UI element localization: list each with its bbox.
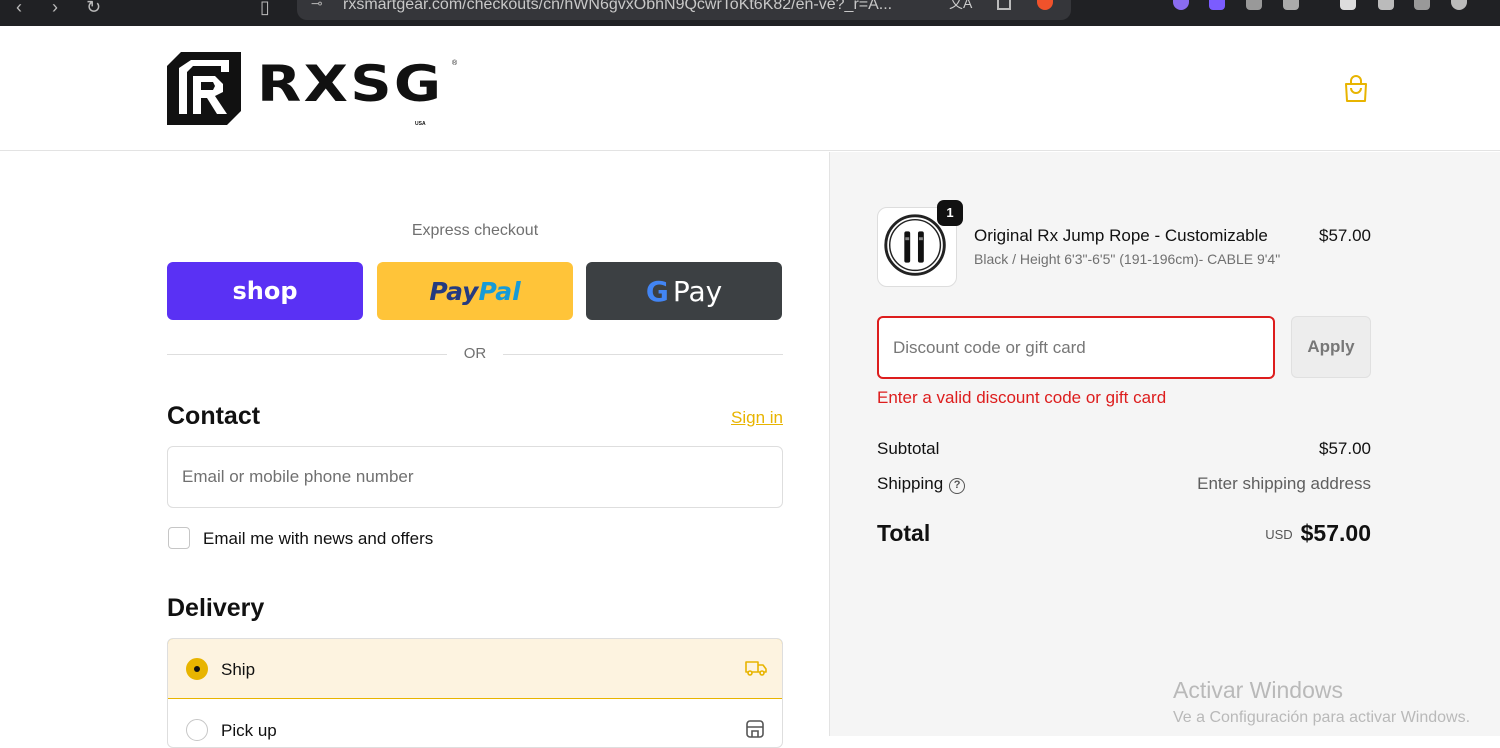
ship-radio[interactable] — [186, 658, 208, 680]
share-icon[interactable] — [997, 0, 1011, 10]
product-variant: Black / Height 6'3"-6'5" (191-196cm)- CA… — [974, 251, 1281, 267]
site-info-icon[interactable]: ⊸ — [311, 0, 323, 10]
logo-usa-label: USA — [415, 121, 426, 127]
puzzle-icon[interactable] — [1246, 0, 1262, 10]
translate-icon[interactable]: 文A — [949, 0, 972, 10]
wallet-icon[interactable] — [1378, 0, 1394, 10]
extension-a-icon[interactable] — [1209, 0, 1225, 10]
paypal-label-pal: Pal — [478, 276, 521, 306]
brave-shield-icon[interactable] — [1037, 0, 1053, 10]
forward-icon[interactable]: › — [52, 0, 58, 22]
registered-mark: ® — [452, 60, 458, 67]
address-text: rxsmartgear.com/checkouts/cn/hWN6gvxObhN… — [343, 0, 893, 13]
google-pay-button[interactable]: G Pay — [586, 262, 782, 320]
email-field[interactable] — [167, 446, 783, 508]
back-icon[interactable]: ‹ — [16, 0, 22, 22]
google-g-icon: G — [645, 274, 669, 308]
sidebar-icon[interactable] — [1340, 0, 1356, 10]
delivery-option-pickup[interactable]: Pick up — [168, 700, 782, 747]
express-checkout-label: Express checkout — [411, 222, 539, 239]
vpn-icon[interactable] — [1451, 0, 1467, 10]
delivery-option-ship[interactable]: Ship — [168, 639, 782, 699]
ship-label: Ship — [221, 660, 256, 679]
delivery-options: Ship Pick up — [167, 638, 783, 748]
order-summary: 1 Original Rx Jump Rope - Customizable B… — [829, 152, 1500, 736]
paypal-label-pay: Pay — [429, 276, 479, 306]
shopping-bag-icon[interactable] — [1343, 75, 1369, 103]
truck-icon — [745, 661, 767, 676]
address-bar[interactable]: ⊸ rxsmartgear.com/checkouts/cn/hWN6gvxOb… — [297, 0, 1071, 20]
product-price: $57.00 — [1319, 226, 1371, 245]
total-currency: USD — [1265, 527, 1293, 542]
divider-left — [167, 354, 447, 355]
store-icon — [746, 720, 764, 738]
shipping-row: Shipping? — [877, 474, 966, 494]
help-icon[interactable]: ? — [949, 478, 966, 494]
bookmark-icon[interactable]: ▯ — [260, 0, 270, 22]
leo-icon[interactable] — [1414, 0, 1430, 10]
windows-watermark-title: Activar Windows — [1173, 677, 1343, 703]
pickup-label: Pick up — [221, 721, 277, 740]
or-divider-label: OR — [463, 345, 487, 362]
newsletter-checkbox[interactable] — [168, 527, 190, 549]
pickup-radio[interactable] — [186, 719, 208, 741]
discount-error-message: Enter a valid discount code or gift card — [877, 388, 1167, 407]
browser-toolbar: ‹ › ↻ ▯ ⊸ rxsmartgear.com/checkouts/cn/h… — [0, 0, 1500, 26]
subtotal-label: Subtotal — [877, 439, 940, 458]
subtotal-value: $57.00 — [1319, 439, 1371, 458]
total-row: USD $57.00 — [1265, 520, 1371, 547]
extension-icon[interactable] — [1173, 0, 1189, 10]
quantity-badge: 1 — [937, 200, 963, 226]
delivery-heading: Delivery — [167, 594, 265, 622]
paypal-button[interactable]: PayPal — [377, 262, 573, 320]
product-title: Original Rx Jump Rope - Customizable — [974, 226, 1268, 245]
apply-discount-button[interactable]: Apply — [1291, 316, 1371, 378]
shipping-value: Enter shipping address — [1197, 474, 1371, 493]
discount-code-field[interactable] — [877, 316, 1275, 379]
contact-heading: Contact — [167, 402, 261, 430]
sign-in-link[interactable]: Sign in — [731, 408, 783, 428]
shop-pay-label: shop — [232, 277, 298, 305]
checkout-header: RXSG USA ® — [0, 26, 1500, 151]
newsletter-label: Email me with news and offers — [203, 529, 434, 548]
divider-right — [503, 354, 783, 355]
google-pay-label: Pay — [672, 274, 723, 308]
shop-pay-button[interactable]: shop — [167, 262, 363, 320]
extension-icon[interactable] — [1283, 0, 1299, 10]
shipping-label: Shipping — [877, 474, 944, 493]
windows-watermark-subtitle: Ve a Configuración para activar Windows. — [1173, 709, 1471, 726]
reload-icon[interactable]: ↻ — [86, 0, 101, 22]
total-value: $57.00 — [1300, 520, 1371, 546]
total-label: Total — [877, 520, 931, 546]
rxsg-logo-icon — [167, 52, 241, 125]
logo-wordmark: RXSG — [257, 55, 444, 113]
